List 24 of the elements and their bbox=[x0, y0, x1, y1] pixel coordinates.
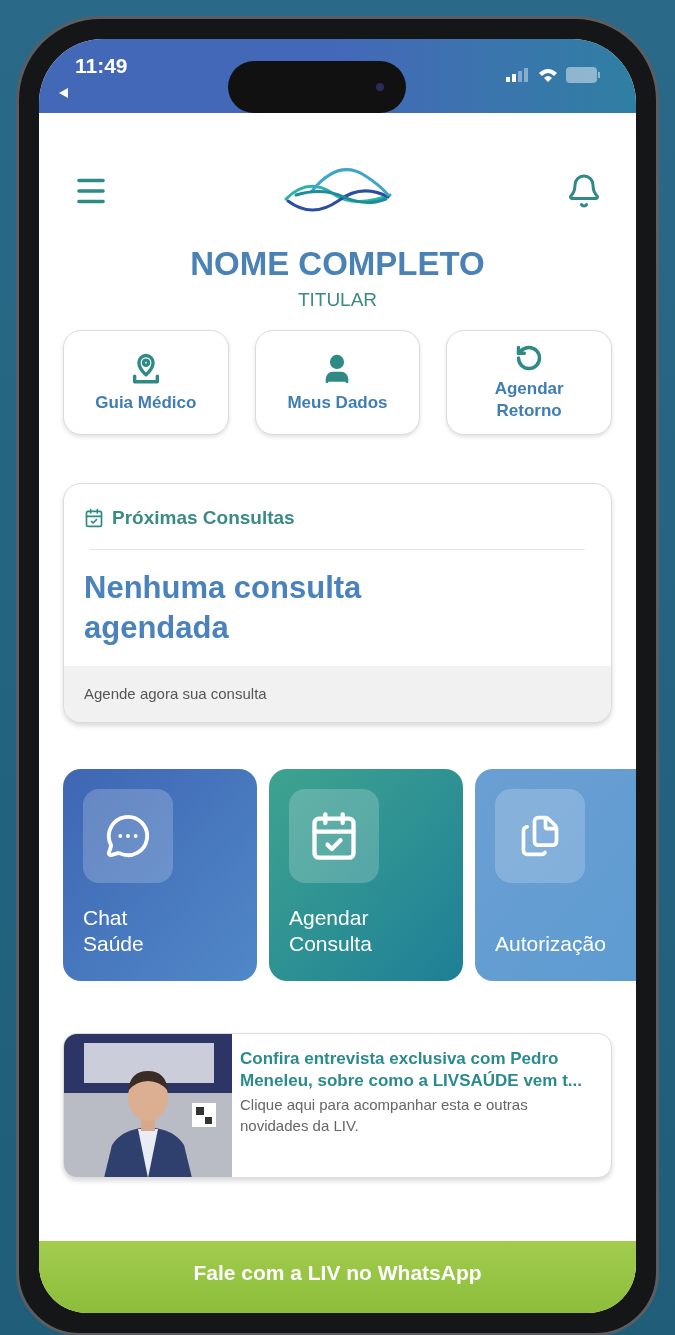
news-card[interactable]: Confira entrevista exclusiva com Pedro Meneleu, sobre como a LIVSAÚDE vem t... Clique aqui para acompanhar esta e outras novidades da LIV. bbox=[63, 1033, 612, 1178]
feature-tile[interactable]: Autorização bbox=[475, 769, 636, 981]
card-footer[interactable]: Agende agora sua consulta bbox=[64, 666, 611, 722]
status-time: 11:49 bbox=[75, 55, 128, 76]
user-role: TITULAR bbox=[296, 288, 379, 312]
news-description: Clique aqui para acompanhar esta e outras novidades da LIV. bbox=[240, 1095, 529, 1137]
notification-bell-icon[interactable] bbox=[566, 173, 602, 209]
shortcut-button[interactable]: Guia Médico bbox=[63, 330, 229, 435]
shortcut-button[interactable]: Agendar Retorno bbox=[446, 330, 612, 435]
feature-tile[interactable]: Chat Saúde bbox=[63, 769, 257, 981]
empty-message: Nenhuma consulta agendada bbox=[83, 568, 363, 647]
calendar-check-icon bbox=[84, 508, 104, 529]
refresh-icon bbox=[515, 344, 544, 373]
user-name: NOME COMPLETO bbox=[189, 244, 486, 284]
news-title: Confira entrevista exclusiva com Pedro Meneleu, sobre como a LIVSAÚDE vem t... bbox=[240, 1048, 583, 1093]
signal-icon bbox=[506, 68, 530, 82]
back-arrow-icon[interactable] bbox=[59, 88, 69, 98]
battery-icon bbox=[566, 67, 600, 83]
camera-lens-icon bbox=[375, 83, 384, 91]
card-title: Próximas Consultas bbox=[112, 506, 295, 530]
shortcut-button[interactable]: Meus Dados bbox=[254, 330, 421, 435]
feature-tile[interactable]: Agendar Consulta bbox=[269, 769, 463, 981]
wifi-icon bbox=[538, 67, 558, 83]
chat-bubble-icon bbox=[105, 813, 151, 859]
